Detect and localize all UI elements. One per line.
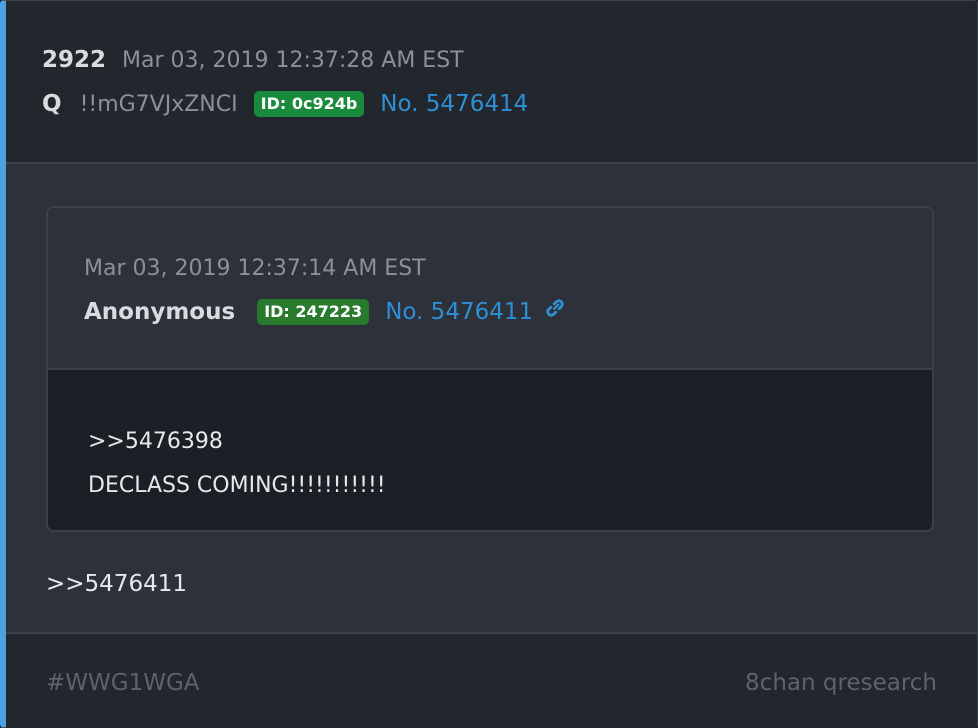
post-card: 2922 Mar 03, 2019 12:37:28 AM EST Q !!mG… xyxy=(0,0,978,728)
post-count: 2922 xyxy=(42,47,107,73)
quoted-post-line: DECLASS COMING!!!!!!!!!!! xyxy=(88,473,386,498)
post-body-text: >>5476411 xyxy=(46,571,187,597)
post-meta-row: 2922 Mar 03, 2019 12:37:28 AM EST xyxy=(42,47,464,73)
post-timestamp: Mar 03, 2019 12:37:28 AM EST xyxy=(122,48,464,73)
post-author: Q xyxy=(42,91,62,117)
footer-hashtag: #WWG1WGA xyxy=(46,670,200,696)
post-author-row: Q !!mG7VJxZNCI ID: 0c924b No. 5476414 xyxy=(42,91,528,117)
quoted-post-line: >>5476398 xyxy=(88,429,223,454)
quoted-post-number-link[interactable]: No. 5476411 xyxy=(385,299,533,325)
quoted-post-author-row: Anonymous ID: 247223 No. 5476411 xyxy=(84,298,569,326)
post-id-badge: ID: 0c924b xyxy=(253,91,365,117)
footer-source: 8chan qresearch xyxy=(745,670,937,696)
quoted-post-author: Anonymous xyxy=(84,299,236,325)
quoted-post-header: Mar 03, 2019 12:37:14 AM EST Anonymous I… xyxy=(48,208,932,370)
quoted-post-id-badge: ID: 247223 xyxy=(257,299,370,325)
post-footer: #WWG1WGA 8chan qresearch xyxy=(6,632,977,728)
quoted-post: Mar 03, 2019 12:37:14 AM EST Anonymous I… xyxy=(46,206,934,532)
quoted-post-timestamp: Mar 03, 2019 12:37:14 AM EST xyxy=(84,256,426,281)
post-number-link[interactable]: No. 5476414 xyxy=(380,91,528,117)
post-header: 2922 Mar 03, 2019 12:37:28 AM EST Q !!mG… xyxy=(6,1,977,164)
link-icon[interactable] xyxy=(541,294,569,322)
quoted-post-body: >>5476398 DECLASS COMING!!!!!!!!!!! xyxy=(88,420,386,508)
post-tripcode: !!mG7VJxZNCI xyxy=(79,91,238,117)
